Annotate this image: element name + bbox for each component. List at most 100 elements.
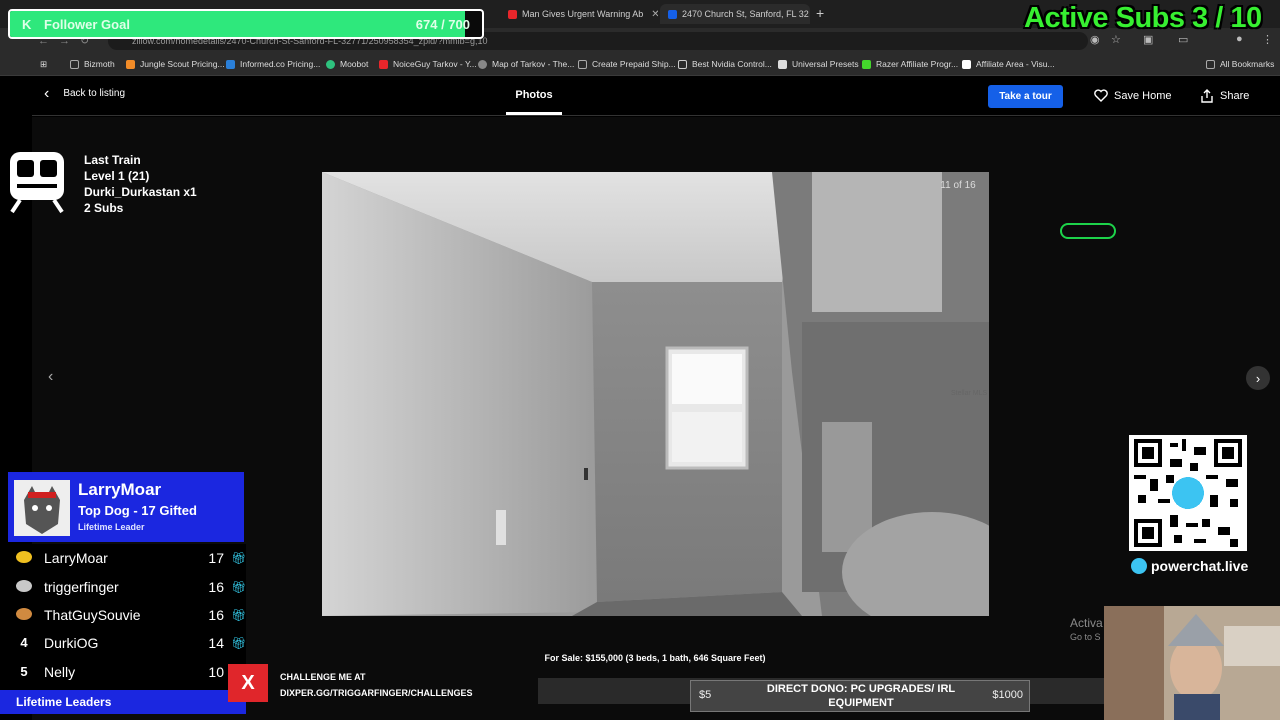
train-level: Level 1 (21) xyxy=(84,169,150,183)
moobot-icon xyxy=(326,59,335,69)
bookmark-item[interactable]: Best Nvidia Control... xyxy=(678,59,772,69)
tab-zillow[interactable]: 2470 Church St, Sanford, FL 32 ✕ xyxy=(660,4,810,24)
informed-icon xyxy=(226,59,235,69)
mls-watermark: Stellar MLS xyxy=(951,390,988,397)
zillow-icon xyxy=(668,9,677,19)
heart-icon xyxy=(1094,89,1108,102)
leader-count: 16 xyxy=(208,579,224,595)
bookmarks-bar: ⊞ Bizmoth Jungle Scout Pricing... Inform… xyxy=(0,54,1280,76)
jungle-scout-icon xyxy=(126,59,135,69)
leader-count: 10 xyxy=(208,664,224,680)
train-subs: 2 Subs xyxy=(84,201,124,215)
leaderboard: LarryMoar 17 🎁︎ triggerfinger 16 🎁︎ That… xyxy=(0,544,246,690)
leader-count: 16 xyxy=(208,607,224,623)
sub-train-panel: Last Train Level 1 (21) Durki_Durkastan … xyxy=(0,150,230,220)
bookmark-item[interactable]: Create Prepaid Ship... xyxy=(578,59,676,69)
gold-medal-icon xyxy=(16,551,32,563)
bookmark-item[interactable]: Affiliate Area - Visu... xyxy=(962,59,1055,69)
silver-medal-icon xyxy=(16,580,32,592)
take-a-tour-button[interactable]: Take a tour xyxy=(988,85,1063,108)
webcam-feed xyxy=(1104,606,1280,720)
presets-icon xyxy=(778,59,787,69)
listing-photo[interactable] xyxy=(322,172,989,616)
train-title: Last Train xyxy=(84,153,141,167)
save-home-button[interactable]: Save Home xyxy=(1094,89,1171,102)
leader-name: LarryMoar xyxy=(78,480,162,499)
folder-icon xyxy=(70,59,79,69)
menu-icon[interactable]: ⋮ xyxy=(1262,33,1273,46)
tab-youtube[interactable]: Man Gives Urgent Warning Ab ✕ xyxy=(508,4,658,24)
bookmark-item[interactable]: Razer Affiliate Progr... xyxy=(862,59,958,69)
bronze-medal-icon xyxy=(16,608,32,620)
gift-icon: 🎁︎ xyxy=(231,608,247,622)
leader-name: ThatGuySouvie xyxy=(44,607,141,623)
chevron-right-icon: › xyxy=(1255,370,1261,386)
dono-title: DIRECT DONO: PC UPGRADES/ IRL EQUIPMENT xyxy=(766,683,956,709)
kick-icon: K xyxy=(22,17,32,32)
top-leader-card: LarryMoar Top Dog - 17 Gifted Lifetime L… xyxy=(8,472,244,542)
leader-name: triggerfinger xyxy=(44,579,119,595)
qr-code-icon xyxy=(1130,435,1246,551)
close-icon[interactable]: ✕ xyxy=(651,9,658,20)
activate-windows-text: Activa xyxy=(1070,616,1103,630)
tab-photos[interactable]: Photos xyxy=(506,89,562,101)
leader-rank: 4 xyxy=(20,635,28,650)
leader-name: LarryMoar xyxy=(44,550,108,566)
leader-note: Lifetime Leader xyxy=(78,522,145,532)
train-details: Last Train Level 1 (21) Durki_Durkastan … xyxy=(84,152,197,216)
gift-icon: 🎁︎ xyxy=(231,551,247,565)
leader-count: 17 xyxy=(208,550,224,566)
tab-title: Man Gives Urgent Warning Ab xyxy=(522,9,644,19)
dono-min: $5 xyxy=(699,689,712,701)
new-tab-icon[interactable]: + xyxy=(816,5,824,21)
leaderboard-row: LarryMoar 17 🎁︎ xyxy=(0,544,246,572)
follower-goal-bar: K Follower Goal 674 / 700 xyxy=(8,9,484,39)
apps-icon[interactable]: ⊞ xyxy=(40,59,47,70)
next-photo-button[interactable]: › xyxy=(1246,366,1270,390)
follower-goal-label: Follower Goal xyxy=(44,17,130,32)
gift-icon: 🎁︎ xyxy=(231,636,247,650)
challenge-line1: CHALLENGE ME AT xyxy=(280,672,366,682)
bookmark-item[interactable]: Bizmoth xyxy=(70,59,115,69)
dog-avatar-icon xyxy=(14,480,70,536)
tab-title: 2470 Church St, Sanford, FL 32 xyxy=(682,9,809,19)
room-image xyxy=(322,172,989,616)
dixper-challenge-banner: X CHALLENGE ME AT DIXPER.GG/TRIGGARFINGE… xyxy=(228,664,538,704)
chevron-left-icon[interactable]: ‹ xyxy=(48,368,53,386)
nvidia-icon xyxy=(678,59,687,69)
powerchat-icon xyxy=(1131,558,1147,574)
webcam-image xyxy=(1104,606,1280,720)
leader-count: 14 xyxy=(208,635,224,651)
highlight-marker xyxy=(1060,223,1116,239)
folder-icon xyxy=(1206,59,1215,69)
bookmark-item[interactable]: Universal Presets xyxy=(778,59,859,69)
bookmark-item[interactable]: NoiceGuy Tarkov - Y... xyxy=(379,59,477,69)
bookmark-item[interactable]: Informed.co Pricing... xyxy=(226,59,320,69)
bookmark-item[interactable]: Jungle Scout Pricing... xyxy=(126,59,225,69)
listing-caption: For Sale: $155,000 (3 beds, 1 bath, 646 … xyxy=(544,653,766,663)
youtube-icon xyxy=(379,59,388,69)
leaderboard-row: triggerfinger 16 🎁︎ xyxy=(0,573,246,601)
youtube-icon xyxy=(508,9,517,19)
dixper-logo: X xyxy=(228,664,268,702)
affiliate-icon xyxy=(962,59,971,69)
leaderboard-row: ThatGuySouvie 16 🎁︎ xyxy=(0,601,246,629)
bookmark-item[interactable]: Moobot xyxy=(326,59,368,69)
leader-rank: 5 xyxy=(20,664,28,679)
activate-windows-subtext: Go to S xyxy=(1070,632,1101,642)
leaderboard-row: 5 Nelly 10 xyxy=(0,658,246,686)
share-icon xyxy=(1201,89,1213,103)
gift-icon: 🎁︎ xyxy=(231,580,247,594)
share-button[interactable]: Share xyxy=(1200,89,1249,103)
all-bookmarks[interactable]: All Bookmarks xyxy=(1206,59,1274,69)
challenge-line2: DIXPER.GG/TRIGGARFINGER/CHALLENGES xyxy=(280,688,473,698)
follower-goal-count: 674 / 700 xyxy=(415,17,470,32)
avatar xyxy=(14,480,70,536)
lifetime-leaders-bar: Lifetime Leaders xyxy=(0,690,246,714)
razer-icon xyxy=(862,59,871,69)
leader-subtitle: Top Dog - 17 Gifted xyxy=(78,503,197,518)
bookmark-item[interactable]: Map of Tarkov - The... xyxy=(478,59,574,69)
back-to-listing-link[interactable]: ‹ Back to listing xyxy=(44,85,125,101)
leaderboard-row: 4 DurkiOG 14 🎁︎ xyxy=(0,629,246,657)
qr-code xyxy=(1129,435,1247,551)
